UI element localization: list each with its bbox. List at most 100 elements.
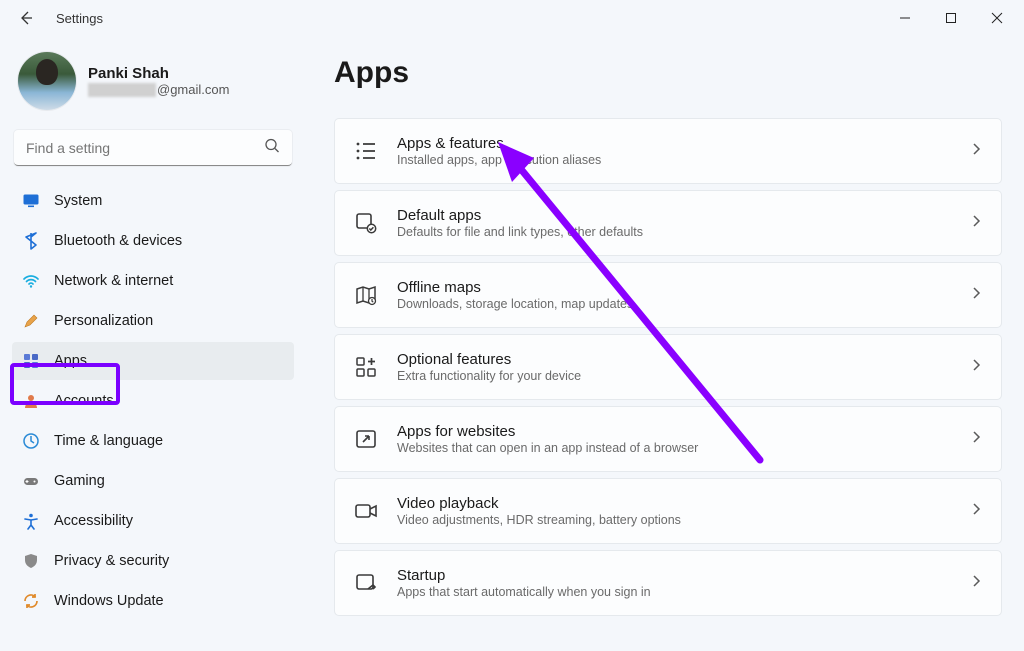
window-controls: [882, 0, 1020, 36]
sidebar-item-label: Accounts: [54, 393, 114, 409]
bluetooth-icon: [22, 232, 40, 250]
accessibility-icon: [22, 512, 40, 530]
sidebar-item-label: Network & internet: [54, 273, 173, 289]
card-title: Apps & features: [397, 135, 969, 152]
sidebar-item-label: System: [54, 193, 102, 209]
sidebar-item-network[interactable]: Network & internet: [12, 262, 294, 300]
chevron-right-icon: [969, 502, 983, 521]
sidebar-item-label: Bluetooth & devices: [54, 233, 182, 249]
user-name: Panki Shah: [88, 65, 229, 82]
chevron-right-icon: [969, 214, 983, 233]
card-text: Apps for websites Websites that can open…: [397, 423, 969, 455]
maximize-button[interactable]: [928, 0, 974, 36]
card-apps-features[interactable]: Apps & features Installed apps, app exec…: [334, 118, 1002, 184]
search-input[interactable]: [14, 130, 292, 166]
list-icon: [353, 138, 379, 164]
sidebar-item-bluetooth[interactable]: Bluetooth & devices: [12, 222, 294, 260]
startup-icon: [353, 570, 379, 596]
globe-clock-icon: [22, 432, 40, 450]
default-app-icon: [353, 210, 379, 236]
cards: Apps & features Installed apps, app exec…: [334, 118, 1002, 616]
card-title: Default apps: [397, 207, 969, 224]
sidebar-item-privacy[interactable]: Privacy & security: [12, 542, 294, 580]
sidebar: Panki Shah @gmail.com System Bluetooth &…: [0, 36, 306, 651]
card-subtitle: Video adjustments, HDR streaming, batter…: [397, 513, 969, 527]
chevron-right-icon: [969, 286, 983, 305]
layout: Panki Shah @gmail.com System Bluetooth &…: [0, 36, 1024, 651]
sidebar-item-update[interactable]: Windows Update: [12, 582, 294, 620]
chevron-right-icon: [969, 430, 983, 449]
main: Apps Apps & features Installed apps, app…: [306, 36, 1024, 651]
sidebar-item-personalization[interactable]: Personalization: [12, 302, 294, 340]
search-icon: [264, 138, 280, 159]
card-offline-maps[interactable]: Offline maps Downloads, storage location…: [334, 262, 1002, 328]
card-subtitle: Downloads, storage location, map updates: [397, 297, 969, 311]
sidebar-item-system[interactable]: System: [12, 182, 294, 220]
card-startup[interactable]: Startup Apps that start automatically wh…: [334, 550, 1002, 616]
card-subtitle: Websites that can open in an app instead…: [397, 441, 969, 455]
video-icon: [353, 498, 379, 524]
person-icon: [22, 392, 40, 410]
grid-plus-icon: [353, 354, 379, 380]
sidebar-item-accessibility[interactable]: Accessibility: [12, 502, 294, 540]
card-title: Optional features: [397, 351, 969, 368]
card-subtitle: Installed apps, app execution aliases: [397, 153, 969, 167]
chevron-right-icon: [969, 574, 983, 593]
search-wrap: [14, 130, 292, 166]
avatar: [18, 52, 76, 110]
sidebar-item-time[interactable]: Time & language: [12, 422, 294, 460]
sidebar-item-label: Privacy & security: [54, 553, 169, 569]
wifi-icon: [22, 272, 40, 290]
window-title: Settings: [56, 11, 103, 26]
sidebar-item-label: Windows Update: [54, 593, 164, 609]
back-button[interactable]: [12, 4, 40, 32]
sidebar-item-label: Personalization: [54, 313, 153, 329]
card-text: Apps & features Installed apps, app exec…: [397, 135, 969, 167]
open-app-icon: [353, 426, 379, 452]
update-icon: [22, 592, 40, 610]
card-title: Video playback: [397, 495, 969, 512]
chevron-right-icon: [969, 358, 983, 377]
card-text: Optional features Extra functionality fo…: [397, 351, 969, 383]
sidebar-item-accounts[interactable]: Accounts: [12, 382, 294, 420]
card-video-playback[interactable]: Video playback Video adjustments, HDR st…: [334, 478, 1002, 544]
card-subtitle: Extra functionality for your device: [397, 369, 969, 383]
card-apps-websites[interactable]: Apps for websites Websites that can open…: [334, 406, 1002, 472]
card-text: Default apps Defaults for file and link …: [397, 207, 969, 239]
sidebar-item-label: Accessibility: [54, 513, 133, 529]
card-text: Offline maps Downloads, storage location…: [397, 279, 969, 311]
card-text: Video playback Video adjustments, HDR st…: [397, 495, 969, 527]
arrow-left-icon: [18, 10, 34, 26]
titlebar: Settings: [0, 0, 1024, 36]
close-button[interactable]: [974, 0, 1020, 36]
nav: System Bluetooth & devices Network & int…: [12, 182, 294, 620]
card-subtitle: Defaults for file and link types, other …: [397, 225, 969, 239]
user-email: @gmail.com: [88, 82, 229, 98]
card-title: Offline maps: [397, 279, 969, 296]
paintbrush-icon: [22, 312, 40, 330]
apps-icon: [22, 352, 40, 370]
card-title: Apps for websites: [397, 423, 969, 440]
sidebar-item-label: Gaming: [54, 473, 105, 489]
card-optional-features[interactable]: Optional features Extra functionality fo…: [334, 334, 1002, 400]
monitor-icon: [22, 192, 40, 210]
sidebar-item-label: Apps: [54, 353, 87, 369]
sidebar-item-gaming[interactable]: Gaming: [12, 462, 294, 500]
card-default-apps[interactable]: Default apps Defaults for file and link …: [334, 190, 1002, 256]
sidebar-item-apps[interactable]: Apps: [12, 342, 294, 380]
close-icon: [991, 12, 1003, 24]
chevron-right-icon: [969, 142, 983, 161]
shield-icon: [22, 552, 40, 570]
sidebar-item-label: Time & language: [54, 433, 163, 449]
minimize-icon: [899, 12, 911, 24]
user-email-suffix: @gmail.com: [157, 82, 229, 97]
gamepad-icon: [22, 472, 40, 490]
minimize-button[interactable]: [882, 0, 928, 36]
maximize-icon: [945, 12, 957, 24]
card-subtitle: Apps that start automatically when you s…: [397, 585, 969, 599]
card-text: Startup Apps that start automatically wh…: [397, 567, 969, 599]
user-text: Panki Shah @gmail.com: [88, 65, 229, 98]
user-block[interactable]: Panki Shah @gmail.com: [12, 46, 294, 124]
map-icon: [353, 282, 379, 308]
page-title: Apps: [334, 56, 1002, 90]
